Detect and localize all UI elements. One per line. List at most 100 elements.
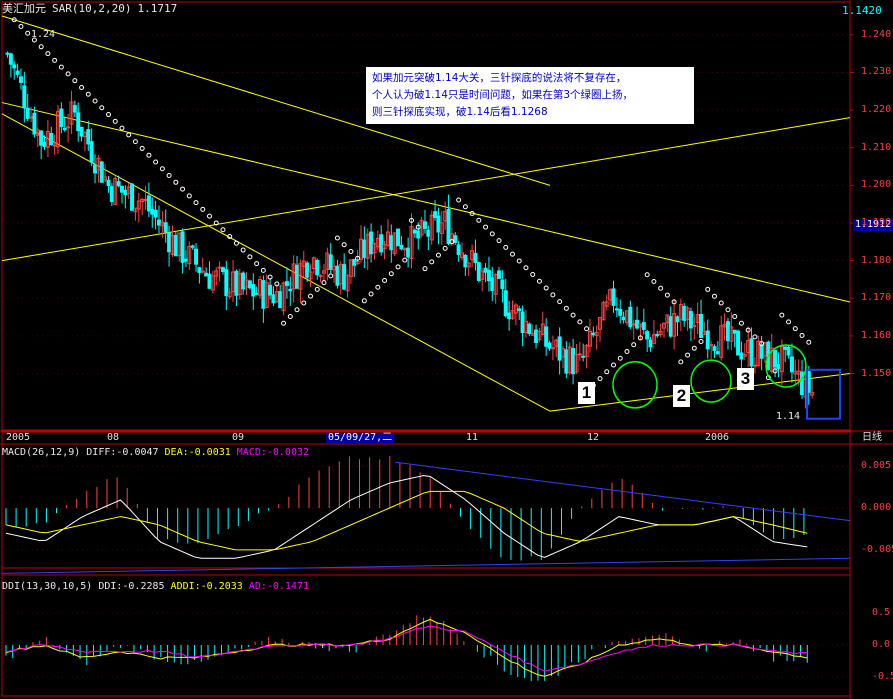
sar-dot	[321, 280, 327, 286]
sar-dot	[752, 334, 758, 340]
sar-dot	[456, 197, 462, 203]
candle-body	[389, 235, 394, 251]
sar-dot	[99, 105, 105, 111]
candle-body	[180, 231, 185, 263]
sar-dot	[281, 320, 287, 326]
sar-dot	[348, 249, 354, 255]
candle-body	[675, 316, 680, 323]
candle-body	[483, 267, 488, 273]
candle-body	[379, 234, 384, 253]
candle-body	[362, 239, 367, 259]
candle-body	[183, 258, 188, 262]
sar-dot	[664, 292, 670, 298]
x-label: 08	[107, 432, 120, 443]
candle-body	[261, 280, 266, 309]
candle-body	[759, 344, 764, 359]
candle-body	[433, 211, 438, 219]
y-tick-label: 0.005	[861, 460, 892, 472]
sar-dot	[577, 319, 583, 325]
y-tick-label: 0.000	[861, 502, 892, 514]
candle-body	[705, 330, 710, 350]
sar-dot	[388, 271, 394, 277]
sar-dot	[334, 235, 340, 241]
candle-body	[116, 181, 121, 187]
sar-dot	[786, 319, 792, 325]
macd-name: MACD(26,12,9)	[2, 447, 81, 458]
y-tick-label: -0.5	[872, 670, 893, 682]
sar-dot	[233, 240, 239, 246]
candle-body	[352, 258, 357, 266]
candle-body	[59, 108, 64, 127]
candle-body	[5, 52, 10, 55]
sar-dot	[254, 261, 260, 267]
candle-body	[564, 349, 569, 374]
candle-body	[93, 164, 98, 174]
y-tick-label: 1.170	[861, 292, 892, 304]
macd-macd-value: MACD:-0.0032	[236, 447, 310, 458]
sar-dot	[119, 125, 125, 131]
sar-dot	[79, 84, 85, 90]
sar-dot	[611, 362, 616, 368]
candle-body	[800, 371, 805, 396]
sar-dot	[536, 278, 542, 284]
ddi-panel-header: DDI(13,30,10,5) DDI:-0.2285 ADDI:-0.2033 AD…	[2, 581, 315, 593]
candle-body	[520, 311, 525, 334]
candle-body	[517, 308, 522, 312]
note-line: 如果加元突破1.14大关，三针探底的说法将不复存在，	[372, 72, 627, 84]
y-tick-label: 0.0	[872, 639, 891, 650]
y-tick-label: 0.5	[872, 607, 891, 619]
candle-body	[72, 105, 77, 113]
candle-body	[315, 259, 320, 276]
candle-body	[150, 208, 155, 215]
sar-dot	[200, 206, 206, 212]
y-tick-label: 1.230	[861, 66, 892, 78]
candle-body	[490, 277, 495, 291]
candle-body	[305, 262, 310, 278]
sar-dot	[644, 272, 650, 278]
candle-body	[268, 284, 273, 296]
sar-dot	[624, 348, 630, 354]
candle-body	[66, 126, 71, 129]
sar-dot	[691, 345, 697, 351]
sar-dot	[422, 266, 428, 272]
sar-dot	[112, 118, 118, 124]
x-label: 11	[466, 432, 479, 443]
y-tick-label: 1.190	[861, 217, 892, 228]
candle-body	[119, 185, 124, 193]
candle-body	[463, 254, 468, 268]
candle-body	[76, 112, 81, 132]
sar-dot	[712, 293, 717, 299]
ad-line	[5, 625, 808, 672]
candle-body	[732, 329, 737, 334]
macd-trendline	[1, 557, 851, 574]
candle-body	[402, 248, 407, 251]
candle-body	[234, 270, 239, 296]
main-panel-header: 美汇加元 SAR(10,2,20) 1.1717	[2, 3, 183, 15]
y-tick-label: 1.200	[861, 179, 892, 191]
sar-dot	[207, 213, 212, 219]
sar-dot	[429, 259, 435, 265]
candle-body	[288, 288, 293, 292]
candle-body	[12, 64, 17, 69]
sar-dot	[220, 227, 226, 233]
sar-dot	[678, 359, 684, 365]
period-label[interactable]: 日线	[862, 433, 882, 443]
candle-body	[109, 186, 114, 203]
peak-price-label: 1.24	[31, 29, 56, 40]
sar-dot	[725, 307, 731, 313]
candle-body	[507, 312, 512, 320]
sar-dot	[658, 285, 664, 291]
candle-body	[709, 344, 714, 347]
sar-dot	[361, 298, 367, 304]
candle-body	[251, 284, 256, 297]
candle-body	[163, 222, 168, 233]
candle-body	[153, 209, 158, 218]
sar-dot	[341, 242, 347, 248]
sar-dot	[287, 313, 293, 319]
candle-body	[655, 333, 660, 337]
candle-body	[486, 269, 491, 282]
candle-body	[628, 306, 633, 328]
sar-dot	[166, 173, 172, 179]
sar-dot	[173, 179, 179, 185]
sar-dot	[106, 112, 111, 118]
